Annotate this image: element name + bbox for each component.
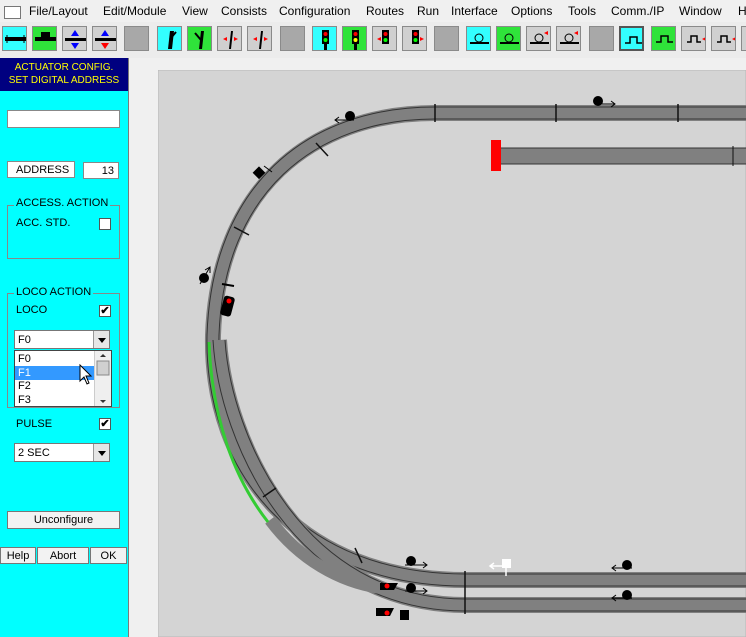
name-field[interactable] — [7, 110, 120, 128]
dropdown-scrollbar[interactable] — [94, 351, 111, 406]
panel-title-line1: ACTUATOR CONFIG. — [14, 62, 114, 73]
app-icon — [4, 6, 21, 19]
turnout-right-button[interactable] — [187, 26, 212, 51]
actuator-config-panel: ACTUATOR CONFIG. SET DIGITAL ADDRESS ADD… — [0, 58, 129, 637]
track-layout[interactable] — [158, 70, 746, 637]
actuator-button[interactable] — [619, 26, 644, 51]
panel-title-line2: SET DIGITAL ADDRESS — [8, 75, 120, 86]
function-dropdown-list: F0 F1 F2 F3 — [14, 350, 112, 407]
decoupler-on-button[interactable] — [496, 26, 521, 51]
actuator-on-button[interactable] — [651, 26, 676, 51]
menu-file-layout[interactable]: File/Layout — [29, 4, 88, 18]
duration-select-value: 2 SEC — [18, 447, 50, 459]
menu-consists[interactable]: Consists — [221, 4, 267, 18]
actuator-feedback-2-button[interactable] — [711, 26, 736, 51]
pulse-checkbox[interactable]: ✔ — [99, 418, 111, 430]
track-straight-button[interactable] — [2, 26, 27, 51]
menu-options[interactable]: Options — [511, 4, 552, 18]
decoupler-feedback-2-button[interactable] — [556, 26, 581, 51]
function-option-f3[interactable]: F3 — [15, 393, 96, 407]
track-feedback-2-button[interactable] — [92, 26, 117, 51]
abort-button[interactable]: Abort — [37, 547, 89, 564]
track-feedback-button[interactable] — [62, 26, 87, 51]
mouse-cursor-icon — [79, 364, 93, 385]
address-label: ADDRESS — [7, 161, 75, 178]
turnout-feedback-button[interactable] — [247, 26, 272, 51]
menu-configuration[interactable]: Configuration — [279, 4, 350, 18]
duration-select[interactable]: 2 SEC — [14, 443, 110, 462]
signal-feedback-2-button[interactable] — [402, 26, 427, 51]
signal-feedback-button[interactable] — [372, 26, 397, 51]
chevron-down-icon[interactable] — [93, 331, 109, 348]
menu-help[interactable]: H — [738, 4, 746, 18]
function-select-value: F0 — [18, 334, 31, 346]
toolbar-overflow-button[interactable] — [741, 26, 746, 51]
panel-title: ACTUATOR CONFIG. SET DIGITAL ADDRESS — [0, 58, 128, 91]
menu-routes[interactable]: Routes — [366, 4, 404, 18]
toolbar — [0, 22, 746, 59]
access-action-group — [7, 205, 120, 259]
signal-3-aspect-button[interactable] — [342, 26, 367, 51]
menu-edit-module[interactable]: Edit/Module — [103, 4, 166, 18]
ok-button[interactable]: OK — [90, 547, 127, 564]
menu-run[interactable]: Run — [417, 4, 439, 18]
signal-2-aspect-button[interactable] — [312, 26, 337, 51]
menu-window[interactable]: Window — [679, 4, 722, 18]
buffer-stop — [491, 140, 501, 171]
turnout-left-button[interactable] — [157, 26, 182, 51]
siding-track — [497, 146, 746, 166]
loco-checkbox[interactable]: ✔ — [99, 305, 111, 317]
scrollbar-arrows-icon — [96, 354, 110, 403]
acc-std-checkbox[interactable] — [99, 218, 111, 230]
track-occupied-button[interactable] — [32, 26, 57, 51]
menu-comm-ip[interactable]: Comm./IP — [611, 4, 664, 18]
menu-interface[interactable]: Interface — [451, 4, 498, 18]
blank-tool-4[interactable] — [589, 26, 614, 51]
blank-tool-2[interactable] — [280, 26, 305, 51]
address-input[interactable]: 13 — [83, 162, 119, 179]
pulse-label: PULSE — [16, 418, 53, 430]
acc-std-label: ACC. STD. — [16, 217, 71, 229]
access-action-title: ACCESS. ACTION — [14, 197, 111, 209]
menu-tools[interactable]: Tools — [568, 4, 596, 18]
chevron-down-icon[interactable] — [93, 444, 109, 461]
turnout-double-button[interactable] — [217, 26, 242, 51]
decoupler-button[interactable] — [466, 26, 491, 51]
menu-view[interactable]: View — [182, 4, 208, 18]
unconfigure-button[interactable]: Unconfigure — [7, 511, 120, 529]
blank-tool-3[interactable] — [434, 26, 459, 51]
help-button[interactable]: Help — [0, 547, 36, 564]
actuator-feedback-button[interactable] — [681, 26, 706, 51]
loco-action-title: LOCO ACTION — [14, 286, 94, 298]
blank-tool-1[interactable] — [124, 26, 149, 51]
decoupler-feedback-button[interactable] — [526, 26, 551, 51]
loco-label: LOCO — [16, 304, 48, 316]
menu-bar: File/Layout Edit/Module View Consists Co… — [0, 0, 746, 23]
function-select[interactable]: F0 — [14, 330, 110, 349]
